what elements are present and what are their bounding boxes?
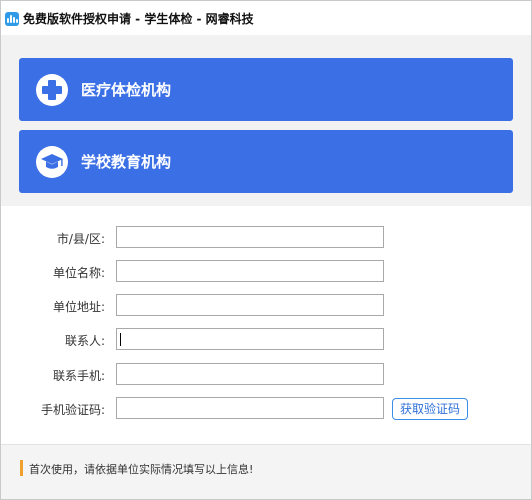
text-caret <box>120 333 121 346</box>
title-bar: 免费版软件授权申请 - 学生体检 - 网睿科技 <box>1 1 531 35</box>
footer-hint: 首次使用，请依据单位实际情况填写以上信息! <box>1 444 531 499</box>
school-institution-card[interactable]: 学校教育机构 <box>19 130 513 193</box>
org-name-input[interactable] <box>116 260 384 282</box>
city-label: 市/县/区: <box>56 232 105 246</box>
org-address-label: 单位地址: <box>52 300 105 314</box>
hint-accent-bar <box>20 460 23 476</box>
org-address-input[interactable] <box>116 294 384 316</box>
get-code-button[interactable]: 获取验证码 <box>392 398 468 420</box>
city-input[interactable] <box>116 226 384 248</box>
verification-code-label: 手机验证码: <box>40 403 105 417</box>
medical-institution-label: 医疗体检机构 <box>81 81 172 99</box>
medical-institution-card[interactable]: 医疗体检机构 <box>19 58 513 121</box>
graduation-cap-icon <box>36 146 68 178</box>
window-title: 免费版软件授权申请 - 学生体检 - 网睿科技 <box>23 12 254 26</box>
footer-message: 首次使用，请依据单位实际情况填写以上信息! <box>29 463 254 476</box>
medical-cross-icon <box>36 74 68 106</box>
mobile-input[interactable] <box>116 363 384 385</box>
org-name-label: 单位名称: <box>52 266 105 280</box>
mobile-label: 联系手机: <box>52 369 105 383</box>
contact-input[interactable] <box>116 328 384 350</box>
app-waveform-icon <box>5 12 19 26</box>
verification-code-input[interactable] <box>116 397 384 419</box>
contact-label: 联系人: <box>64 334 105 348</box>
school-institution-label: 学校教育机构 <box>81 153 172 171</box>
license-application-window: 免费版软件授权申请 - 学生体检 - 网睿科技 医疗体检机构 学校教育机构 市/… <box>0 0 532 500</box>
